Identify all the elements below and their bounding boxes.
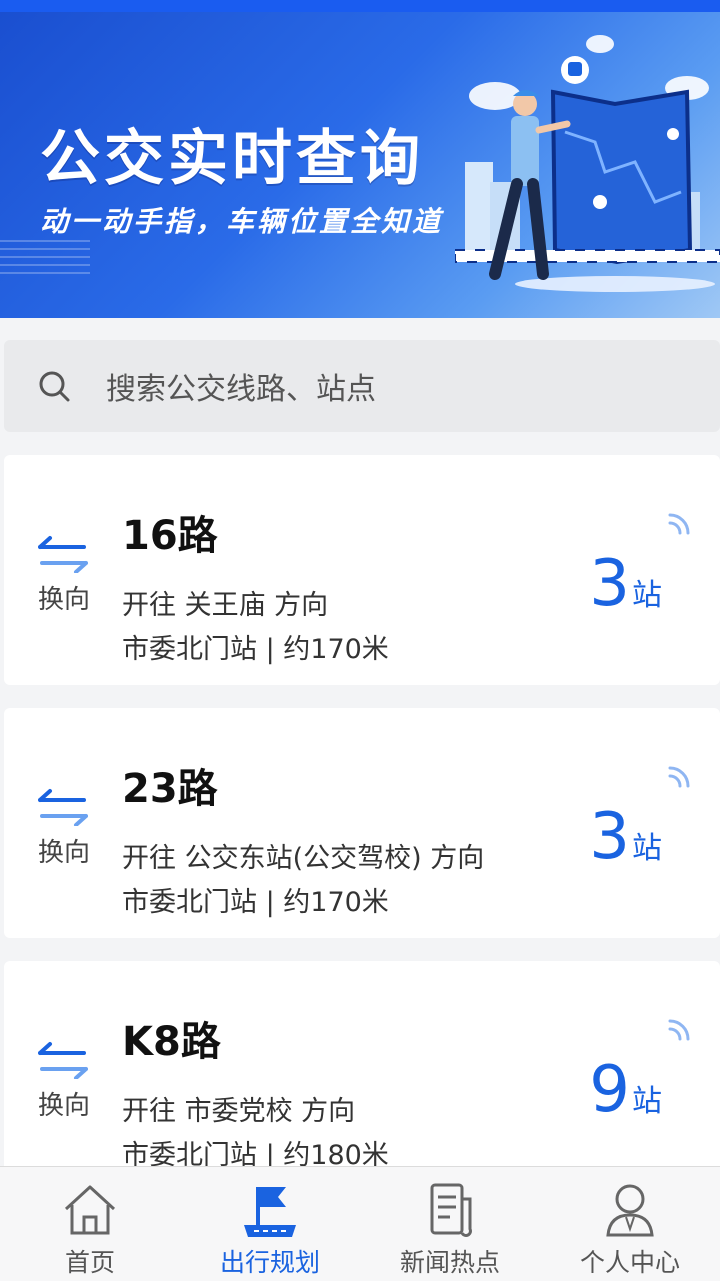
- swap-label: 换向: [38, 585, 91, 615]
- eta-count: 3: [589, 800, 630, 874]
- banner-illustration: [455, 35, 720, 292]
- eta-count: 9: [589, 1053, 630, 1127]
- tab-profile[interactable]: 个人中心: [540, 1167, 720, 1281]
- tab-label: 个人中心: [579, 1248, 680, 1277]
- tab-label: 出行规划: [219, 1248, 320, 1277]
- realtime-signal-icon: [668, 1019, 690, 1041]
- swap-label: 换向: [38, 838, 91, 868]
- route-direction: 开往 市委党校 方向: [122, 1096, 356, 1127]
- eta-unit: 站: [632, 1084, 662, 1119]
- route-card[interactable]: 换向 K8路 开往 市委党校 方向 市委北门站 | 约180米 9站: [4, 961, 720, 1191]
- search-placeholder[interactable]: 搜索公交线路、站点: [106, 364, 376, 408]
- swap-direction-button[interactable]: 换向: [36, 788, 96, 868]
- banner-decoration: [0, 240, 90, 280]
- flag-icon: [244, 1187, 296, 1237]
- swap-label: 换向: [38, 1091, 91, 1121]
- swap-arrows-icon: [38, 536, 88, 573]
- swap-arrows-icon: [38, 789, 88, 826]
- swap-direction-button[interactable]: 换向: [36, 535, 96, 615]
- bottom-tab-bar: 首页 出行规划 新闻热点 个人中心: [0, 1166, 720, 1281]
- route-name: 23路: [122, 766, 218, 812]
- realtime-signal-icon: [668, 513, 690, 535]
- stop-info: 市委北门站 | 约170米: [122, 887, 389, 918]
- eta-stops: 3站: [589, 800, 662, 874]
- search-icon: [39, 371, 70, 402]
- home-icon: [64, 1185, 116, 1235]
- tab-label: 新闻热点: [399, 1248, 500, 1277]
- route-name: K8路: [122, 1019, 221, 1065]
- realtime-signal-icon: [668, 766, 690, 788]
- tab-news[interactable]: 新闻热点: [360, 1167, 540, 1281]
- tab-label: 首页: [64, 1248, 115, 1277]
- search-bar[interactable]: 搜索公交线路、站点: [4, 340, 720, 432]
- promo-banner[interactable]: 公交实时查询 动一动手指，车辆位置全知道: [0, 12, 720, 318]
- news-icon: [430, 1183, 472, 1237]
- eta-unit: 站: [632, 578, 662, 613]
- route-direction: 开往 关王庙 方向: [122, 590, 329, 621]
- route-card[interactable]: 换向 23路 开往 公交东站(公交驾校) 方向 市委北门站 | 约170米 3站: [4, 708, 720, 938]
- banner-subtitle: 动一动手指，车辆位置全知道: [40, 205, 444, 238]
- eta-unit: 站: [632, 831, 662, 866]
- route-direction: 开往 公交东站(公交驾校) 方向: [122, 843, 485, 874]
- eta-stops: 3站: [589, 547, 662, 621]
- route-card[interactable]: 换向 16路 开往 关王庙 方向 市委北门站 | 约170米 3站: [4, 455, 720, 685]
- stop-info: 市委北门站 | 约170米: [122, 634, 389, 665]
- eta-count: 3: [589, 547, 630, 621]
- eta-stops: 9站: [589, 1053, 662, 1127]
- tab-travel-planning[interactable]: 出行规划: [180, 1167, 360, 1281]
- banner-title: 公交实时查询: [40, 124, 424, 194]
- status-bar: [0, 0, 720, 12]
- swap-direction-button[interactable]: 换向: [36, 1041, 96, 1121]
- swap-arrows-icon: [38, 1042, 88, 1079]
- tab-home[interactable]: 首页: [0, 1167, 180, 1281]
- person-icon: [606, 1184, 654, 1237]
- route-name: 16路: [122, 513, 218, 559]
